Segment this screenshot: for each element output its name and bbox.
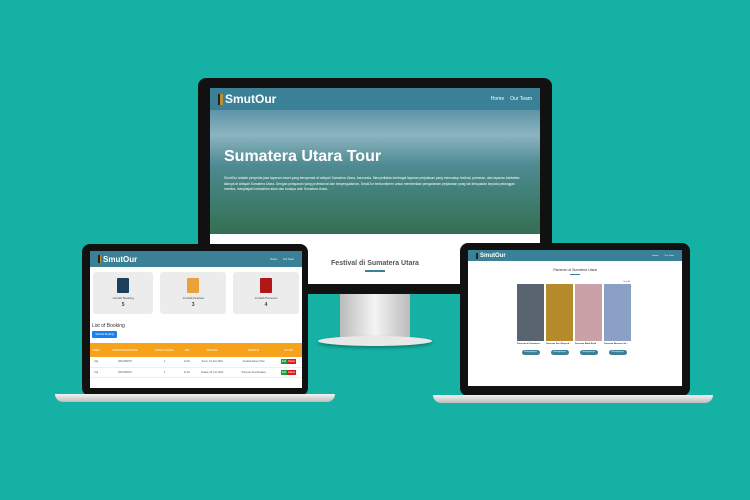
navbar: SmutOur Home Our Team (210, 88, 540, 110)
nav-home[interactable]: Home (270, 258, 277, 261)
laptop-base (55, 394, 335, 402)
logo: SmutOur (218, 92, 276, 106)
laptop-admin: SmutOur Home Our Team Jumlah Booking 5 Jum… (82, 244, 308, 396)
view-all-link[interactable]: Lihat All (468, 281, 682, 283)
laptop-base (433, 395, 713, 403)
calendar-icon (117, 278, 130, 293)
delete-button[interactable]: Delete (287, 359, 297, 365)
detail-button[interactable]: Selengkapnya (550, 350, 569, 355)
delete-button[interactable]: Delete (287, 369, 297, 375)
monitor-stand (340, 290, 410, 340)
detail-button[interactable]: Selengkapnya (608, 350, 627, 355)
stat-pameran: Jumlah Pameran 4 (233, 272, 299, 314)
nav-team[interactable]: Our Team (283, 258, 294, 261)
nav-home[interactable]: Home (653, 255, 659, 257)
pameran-heading: Pameran di Sumatera Utara (553, 268, 597, 272)
hero-title: Sumatera Utara Tour (224, 148, 382, 165)
booking-table: NAMA NOMOR HANDPHONE JUMLAH ORANG JAM TANGGA… (90, 343, 302, 378)
table-row: Apji 0812345678 1 10.00 Senin, 01 Juni 2023 F… (90, 357, 302, 368)
stat-festival: Jumlah Festival 3 (160, 272, 227, 314)
hero-text: SmutOur adalah penyedia jasa layanan tra… (224, 176, 520, 191)
pameran-card: Pameran di Sumatera... Selengkapnya (517, 284, 544, 355)
pameran-card: Pameran Seni Rupa di... Selengkapnya (546, 284, 573, 355)
table-row: Fiqi 0812345678 4 11.00 Selasa, 02 Juni 2023… (90, 367, 302, 378)
nav-home[interactable]: Home (491, 96, 504, 102)
list-title: List of Booking (92, 323, 125, 329)
hero: Sumatera Utara Tour SmutOur adalah penye… (210, 110, 540, 234)
pameran-icon (260, 278, 273, 293)
add-booking-button[interactable]: Tambah Booking (92, 331, 117, 338)
detail-button[interactable]: Selengkapnya (521, 350, 540, 355)
laptop-pameran: SmutOur Home Our Team Pameran di Sumatera… (460, 243, 690, 396)
pameran-card: Pameran Museum Su... Selengkapnya (604, 284, 631, 355)
stat-booking: Jumlah Booking 5 (93, 272, 154, 314)
nav-team[interactable]: Our Team (510, 96, 532, 102)
monitor-base (318, 336, 432, 346)
detail-button[interactable]: Selengkapnya (579, 350, 598, 355)
pameran-card: Pameran Batik Etnik Selengkapnya (575, 284, 602, 355)
nav-team[interactable]: Our Team (664, 255, 674, 257)
festival-icon (187, 278, 200, 293)
